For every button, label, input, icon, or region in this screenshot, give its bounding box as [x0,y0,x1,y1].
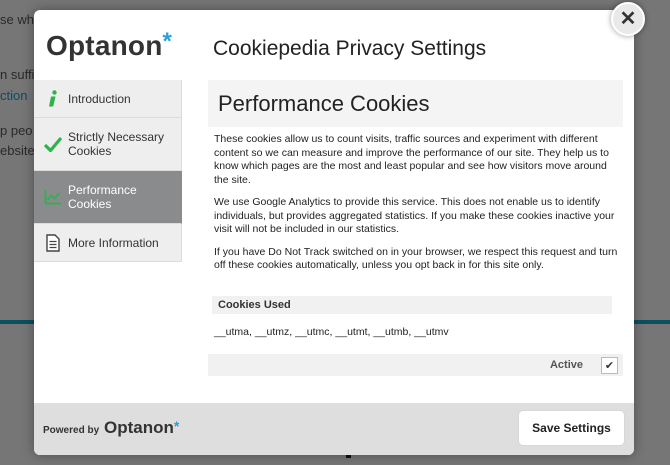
checkmark-icon [44,135,62,153]
sidebar-item-label: More Information [68,235,159,250]
sidebar-item-strictly-necessary[interactable]: Strictly Necessary Cookies [34,118,182,171]
sidebar-item-introduction[interactable]: Introduction [34,80,182,118]
privacy-settings-modal: Optanon* Cookiepedia Privacy Settings In… [34,10,634,455]
active-checkbox[interactable]: ✔ [601,357,618,374]
description-paragraph: These cookies allow us to count visits, … [214,133,609,186]
sidebar-item-label: Strictly Necessary Cookies [68,130,165,158]
background-text: p peo [0,123,33,138]
description-paragraph: We use Google Analytics to provide this … [214,196,615,235]
optanon-footer-logo[interactable]: Optanon* [104,418,179,438]
powered-by-label: Powered by [43,425,100,436]
background-text: se wh [0,12,34,27]
description-paragraph: If you have Do Not Track switched on in … [214,245,618,272]
chart-icon [44,188,62,206]
close-button[interactable]: ✕ [611,2,645,36]
sidebar-item-more-information[interactable]: More Information [34,224,182,262]
active-label: Active [549,359,583,371]
settings-sidebar: Introduction Strictly Necessary Cookies … [34,80,182,262]
save-settings-button[interactable]: Save Settings [519,411,624,445]
close-icon: ✕ [619,8,637,30]
section-header: Performance Cookies [208,80,623,127]
background-text: ebsite [0,143,35,158]
background-link: ction [0,88,28,103]
document-icon [44,233,62,252]
modal-footer: Powered by Optanon* Save Settings [34,403,634,455]
cookies-used-list: __utma, __utmz, __utmc, __utmt, __utmb, … [214,326,449,338]
checkmark-icon: ✔ [604,360,615,372]
section-title: Performance Cookies [218,91,430,116]
info-icon [44,89,62,108]
optanon-logo: Optanon* [46,28,173,61]
performance-cookies-panel: Performance Cookies These cookies allow … [208,80,623,376]
sidebar-item-performance[interactable]: Performance Cookies [34,171,182,224]
modal-title: Cookiepedia Privacy Settings [213,37,487,60]
sidebar-item-label: Performance Cookies [68,183,137,211]
section-description: These cookies allow us to count visits, … [214,133,618,282]
background-text: n suffi [0,67,35,82]
active-toggle-row: Active ✔ [208,354,623,376]
sidebar-item-label: Introduction [68,91,131,106]
cookies-used-heading: Cookies Used [212,296,612,314]
